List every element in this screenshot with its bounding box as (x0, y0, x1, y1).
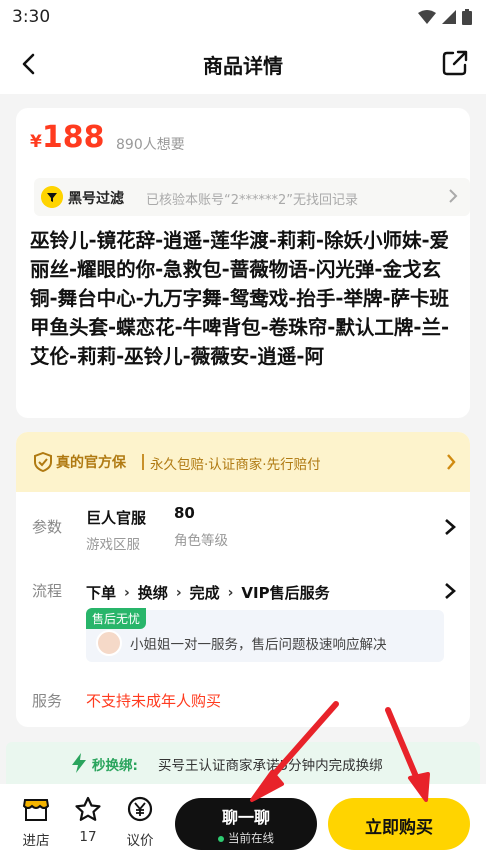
chevron-right-icon (449, 189, 458, 203)
price-currency: ¥ (30, 132, 42, 152)
status-bar: 3:30 (0, 0, 486, 34)
step-arrow-icon: › (124, 584, 130, 601)
store-icon (22, 799, 50, 821)
product-description: 巫铃儿-镜花辞-逍遥-莲华渡-莉莉-除妖小师妹-爱丽丝-耀眼的你-急救包-蔷薇物… (30, 229, 450, 368)
chat-label: 聊一聊 (221, 808, 270, 827)
blacklist-filter-bar[interactable]: 黑号过滤 已核验本账号“2******2”无找回记录 (34, 178, 470, 216)
wants-count: 890人想要 (116, 137, 185, 153)
star-icon (75, 796, 101, 821)
status-icons (418, 9, 472, 25)
price: ¥188 (30, 120, 104, 155)
after-sales-text: 小姐姐一对一服务，售后问题极速响应解决 (130, 637, 387, 653)
wifi-icon (418, 10, 436, 24)
lightning-icon (72, 753, 86, 773)
buy-now-button[interactable]: 立即购买 (328, 798, 470, 850)
status-time: 3:30 (12, 7, 51, 27)
price-value: 188 (41, 120, 105, 155)
store-button[interactable]: 进店 (16, 796, 56, 849)
official-guarantee-banner[interactable]: 真的官方保 永久包赔·认证商家·先行赔付 (16, 432, 470, 492)
level-sub: 角色等级 (174, 533, 228, 549)
buy-now-label: 立即购买 (365, 818, 433, 838)
page-title: 商品详情 (203, 54, 283, 78)
step-done: 完成 (189, 584, 220, 602)
favorite-button[interactable]: 17 (68, 796, 108, 845)
blacklist-label: 黑号过滤 (68, 191, 124, 207)
params-label: 参数 (32, 518, 63, 536)
process-chevron-icon[interactable] (444, 582, 456, 600)
details-card: 真的官方保 永久包赔·认证商家·先行赔付 参数 巨人官服 游戏区服 80 角色等… (16, 432, 470, 727)
after-sales-box: 售后无忧 小姐姐一对一服务，售后问题极速响应解决 (86, 608, 444, 662)
filter-icon (41, 186, 63, 208)
divider (142, 454, 144, 470)
service-avatar (96, 630, 122, 656)
step-vip: VIP售后服务 (241, 584, 330, 602)
minor-restriction-text: 不支持未成年人购买 (86, 692, 222, 710)
battery-icon (462, 9, 472, 25)
step-order: 下单 (86, 584, 117, 602)
chat-status-text: 当前在线 (228, 831, 274, 845)
favorite-count: 17 (79, 829, 97, 845)
chat-status: 当前在线 (175, 830, 317, 846)
shield-icon (34, 452, 52, 472)
after-sales-tag: 售后无忧 (86, 608, 147, 629)
bargain-label: 议价 (126, 833, 154, 849)
chevron-right-icon (447, 454, 456, 470)
service-label: 服务 (32, 692, 63, 710)
online-dot (218, 835, 224, 842)
guarantee-label: 真的官方保 (56, 455, 126, 471)
server-sub: 游戏区服 (86, 537, 140, 553)
signal-icon (442, 10, 456, 24)
product-card: ¥188 890人想要 黑号过滤 已核验本账号“2******2”无找回记录 巫… (16, 108, 470, 418)
process-steps: 下单 › 换绑 › 完成 › VIP售后服务 (86, 582, 330, 603)
top-nav: 商品详情 (0, 34, 486, 94)
store-label: 进店 (22, 833, 50, 849)
swap-label: 秒换绑: (92, 758, 138, 774)
share-icon[interactable] (440, 48, 470, 78)
bottom-action-bar: 进店 17 议价 聊一聊 当前在线 立即购买 (0, 784, 486, 864)
yuan-coin-icon (127, 796, 153, 822)
bargain-button[interactable]: 议价 (120, 796, 160, 849)
params-chevron-icon[interactable] (444, 518, 456, 536)
level-value: 80 (174, 504, 195, 522)
step-rebind: 换绑 (137, 584, 168, 602)
chat-button[interactable]: 聊一聊 当前在线 (175, 798, 317, 850)
swap-banner: 秒换绑: 买号王认证商家承诺5分钟内完成换绑 (6, 742, 480, 784)
server-value: 巨人官服 (86, 509, 147, 527)
step-arrow-icon: › (175, 584, 182, 601)
blacklist-text: 已核验本账号“2******2”无找回记录 (146, 193, 359, 208)
step-arrow-icon: › (227, 584, 234, 601)
swap-text: 买号王认证商家承诺5分钟内完成换绑 (158, 758, 383, 774)
guarantee-text: 永久包赔·认证商家·先行赔付 (150, 457, 321, 473)
process-label: 流程 (32, 582, 63, 600)
